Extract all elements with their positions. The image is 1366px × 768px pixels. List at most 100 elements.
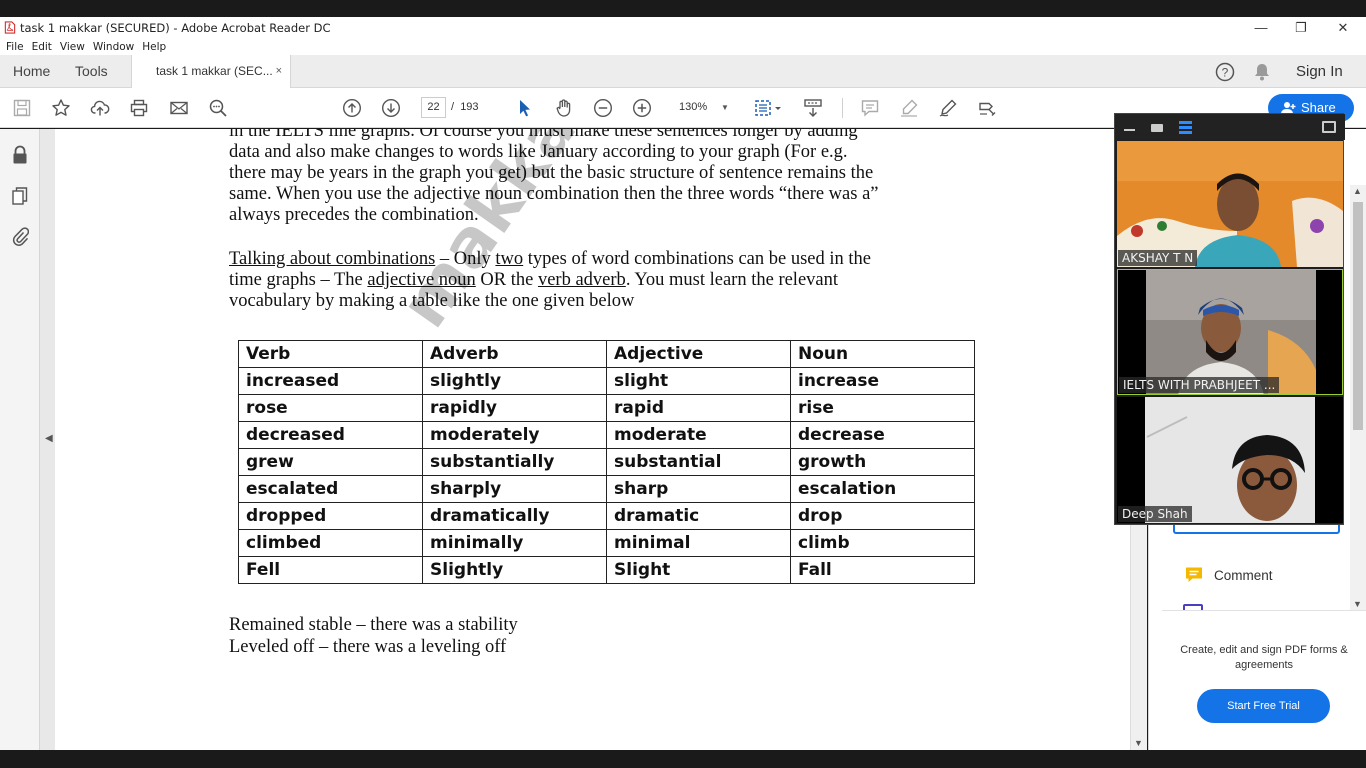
table-cell: minimal bbox=[606, 529, 791, 557]
save-button[interactable] bbox=[10, 96, 34, 120]
svg-text:?: ? bbox=[1222, 65, 1229, 79]
table-cell: rapid bbox=[606, 394, 791, 422]
single-view-icon[interactable] bbox=[1151, 124, 1163, 132]
scroll-down-icon[interactable]: ▼ bbox=[1134, 738, 1143, 748]
page-number-input[interactable]: 22 bbox=[421, 97, 446, 118]
comment-tool-button[interactable] bbox=[858, 96, 882, 120]
next-page-button[interactable] bbox=[379, 96, 403, 120]
arrow-down-circle-icon bbox=[381, 98, 401, 118]
previous-page-button[interactable] bbox=[340, 96, 364, 120]
menu-view[interactable]: View bbox=[60, 41, 85, 53]
gallery-view-icon[interactable] bbox=[1179, 121, 1192, 134]
print-button[interactable] bbox=[127, 96, 151, 120]
start-free-trial-button[interactable]: Start Free Trial bbox=[1197, 689, 1330, 723]
select-tool-button[interactable] bbox=[513, 96, 537, 120]
arrow-up-circle-icon bbox=[342, 98, 362, 118]
draw-tool-button[interactable] bbox=[936, 96, 960, 120]
document-viewport[interactable]: in the IELTS line graphs. Of course you … bbox=[40, 129, 1130, 750]
lock-icon bbox=[13, 145, 27, 164]
table-cell: Adjective bbox=[606, 340, 791, 368]
table-cell: Verb bbox=[238, 340, 423, 368]
close-button[interactable]: ✕ bbox=[1323, 17, 1363, 38]
minimize-button[interactable]: — bbox=[1241, 17, 1281, 38]
table-cell: minimally bbox=[422, 529, 607, 557]
participant-name: Deep Shah bbox=[1118, 506, 1192, 522]
save-icon bbox=[13, 99, 31, 117]
paragraph-1: in the IELTS line graphs. Of course you … bbox=[229, 129, 989, 226]
tab-home[interactable]: Home bbox=[13, 55, 50, 88]
page-thumbnails-button[interactable] bbox=[9, 185, 31, 207]
bookmark-button[interactable] bbox=[49, 96, 73, 120]
sign-icon bbox=[979, 102, 996, 116]
table-row: dropped dramatically dramatic drop bbox=[238, 502, 975, 530]
chevron-down-icon: ▼ bbox=[721, 103, 729, 112]
table-cell: Slight bbox=[606, 556, 791, 584]
table-cell: grew bbox=[238, 448, 423, 476]
table-row: decreased moderately moderate decrease bbox=[238, 421, 975, 449]
sign-in-link[interactable]: Sign In bbox=[1296, 55, 1343, 88]
fit-page-icon bbox=[755, 100, 781, 116]
left-navigation-rail bbox=[0, 129, 40, 750]
comment-tool-item[interactable]: Comment bbox=[1184, 565, 1273, 585]
fill-sign-button[interactable] bbox=[975, 96, 999, 120]
video-call-overlay[interactable]: AKSHAY T N IELTS WITH PRABHJEET ... Deep… bbox=[1114, 113, 1345, 525]
collapse-left-panel-icon[interactable]: ◀ bbox=[45, 433, 53, 444]
tab-tools[interactable]: Tools bbox=[75, 55, 108, 88]
video-tile-2-active[interactable]: IELTS WITH PRABHJEET ... bbox=[1117, 269, 1343, 395]
notifications-button[interactable] bbox=[1253, 55, 1271, 88]
scroll-thumb[interactable] bbox=[1353, 202, 1363, 430]
participant-video bbox=[1117, 141, 1343, 267]
highlight-tool-button[interactable] bbox=[897, 96, 921, 120]
tab-document-label: task 1 makkar (SEC... bbox=[156, 64, 273, 78]
help-button[interactable]: ? bbox=[1215, 55, 1235, 88]
comment-icon bbox=[861, 100, 879, 117]
table-cell: substantial bbox=[606, 448, 791, 476]
page-display-button[interactable] bbox=[751, 96, 785, 120]
title-bar: task 1 makkar (SECURED) - Adobe Acrobat … bbox=[0, 17, 1366, 38]
acrobat-icon bbox=[4, 21, 16, 34]
upload-button[interactable] bbox=[88, 96, 112, 120]
video-tile-1[interactable]: AKSHAY T N bbox=[1117, 141, 1343, 267]
scroll-up-icon[interactable]: ▲ bbox=[1353, 186, 1362, 196]
tab-close-icon[interactable]: × bbox=[276, 55, 282, 88]
menu-help[interactable]: Help bbox=[142, 41, 166, 53]
maximize-button[interactable]: ❐ bbox=[1281, 17, 1321, 38]
table-cell: rapidly bbox=[422, 394, 607, 422]
printer-icon bbox=[130, 99, 148, 117]
menu-file[interactable]: File bbox=[6, 41, 24, 53]
zoom-value: 130% bbox=[679, 101, 708, 113]
security-button[interactable] bbox=[9, 144, 31, 166]
table-cell: slight bbox=[606, 367, 791, 395]
scroll-down-icon[interactable]: ▼ bbox=[1353, 599, 1362, 609]
menu-window[interactable]: Window bbox=[93, 41, 134, 53]
table-cell: dramatic bbox=[606, 502, 791, 530]
paragraph-3-line-1: Remained stable – there was a stability bbox=[229, 615, 518, 635]
window-title: task 1 makkar (SECURED) - Adobe Acrobat … bbox=[20, 20, 331, 35]
table-cell: decreased bbox=[238, 421, 423, 449]
video-tile-3[interactable]: Deep Shah bbox=[1117, 397, 1343, 523]
cursor-arrow-icon bbox=[520, 100, 530, 117]
pen-icon bbox=[939, 99, 957, 117]
minimize-video-icon[interactable] bbox=[1124, 129, 1135, 131]
find-button[interactable] bbox=[206, 96, 230, 120]
attachments-button[interactable] bbox=[9, 225, 31, 247]
table-row: increased slightly slight increase bbox=[238, 367, 975, 395]
scroll-mode-button[interactable] bbox=[801, 96, 825, 120]
tab-document[interactable]: task 1 makkar (SEC... × bbox=[131, 55, 291, 89]
table-cell: increase bbox=[790, 367, 975, 395]
zoom-select[interactable]: 130% ▼ bbox=[671, 97, 735, 118]
table-cell: Noun bbox=[790, 340, 975, 368]
paperclip-icon bbox=[12, 227, 29, 246]
menu-edit[interactable]: Edit bbox=[32, 41, 52, 53]
paragraph-1-line-4: same. When you use the adjective noun co… bbox=[229, 184, 879, 204]
hand-tool-button[interactable] bbox=[552, 96, 576, 120]
email-button[interactable] bbox=[167, 96, 191, 120]
zoom-out-button[interactable] bbox=[591, 96, 615, 120]
table-cell: rise bbox=[790, 394, 975, 422]
table-cell: dramatically bbox=[422, 502, 607, 530]
table-row: escalated sharply sharp escalation bbox=[238, 475, 975, 503]
tools-pane-scrollbar[interactable]: ▲ ▼ bbox=[1350, 185, 1366, 610]
paragraph-3-line-2: Leveled off – there was a leveling off bbox=[229, 637, 507, 657]
exit-fullscreen-icon[interactable] bbox=[1322, 121, 1336, 133]
zoom-in-button[interactable] bbox=[630, 96, 654, 120]
